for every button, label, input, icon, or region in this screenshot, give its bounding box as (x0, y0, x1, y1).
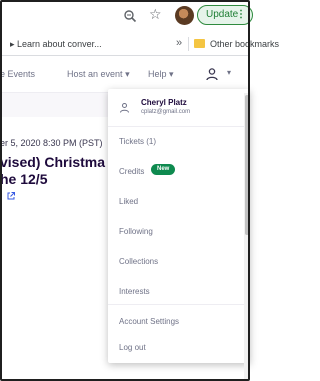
menu-item-label: Credits (119, 167, 145, 176)
external-link-icon[interactable] (6, 191, 16, 201)
profile-header[interactable]: Cheryl Platz cplatz@gmail.com (108, 89, 250, 127)
menu-item-collections[interactable]: Collections (108, 249, 250, 275)
menu-item-label: Account Settings (119, 317, 180, 326)
menu-item-log-out[interactable]: Log out (108, 335, 250, 361)
user-icon (120, 103, 129, 113)
update-label: Update (206, 9, 239, 20)
chevron-down-icon[interactable]: ▾ (227, 68, 231, 77)
help-label: Help (148, 69, 167, 79)
folder-icon (194, 39, 205, 48)
vertical-scrollbar[interactable] (244, 93, 250, 381)
bookmarks-overflow-icon[interactable]: » (176, 37, 182, 49)
menu-item-following[interactable]: Following (108, 219, 250, 245)
profile-name: Cheryl Platz (141, 98, 187, 107)
profile-avatar[interactable] (175, 6, 194, 25)
bookmarks-divider (188, 37, 189, 51)
event-title-line2: he 12/5 (0, 171, 48, 187)
bookmarks-bar: ▸ Learn about conver... » Other bookmark… (0, 32, 279, 56)
event-date: er 5, 2020 8:30 PM (PST) (0, 138, 103, 148)
chevron-down-icon: ▾ (169, 69, 174, 79)
menu-item-tickets[interactable]: Tickets (1) (108, 129, 250, 155)
menu-item-label: Following (119, 227, 153, 236)
account-dropdown-menu: Cheryl Platz cplatz@gmail.com Tickets (1… (108, 89, 250, 363)
menu-item-label: Interests (119, 287, 150, 296)
other-bookmarks[interactable]: Other bookmarks (210, 39, 279, 49)
more-menu-icon[interactable]: ⋮ (236, 6, 246, 23)
menu-item-liked[interactable]: Liked (108, 189, 250, 215)
browser-toolbar: ☆ Update ⋮ (0, 2, 253, 32)
bookmark-learn-about[interactable]: ▸ Learn about conver... (10, 39, 102, 50)
nav-help[interactable]: Help ▾ (148, 69, 174, 80)
bookmark-star-icon[interactable]: ☆ (149, 7, 162, 23)
new-badge: New (151, 164, 176, 175)
menu-item-interests[interactable]: Interests (108, 279, 250, 305)
user-account-icon[interactable] (205, 67, 219, 81)
site-header: e Events Host an event ▾ Help ▾ ▾ (0, 57, 250, 93)
menu-item-label: Collections (119, 257, 159, 266)
event-title-line1: vised) Christma (0, 154, 106, 170)
update-button[interactable]: Update ⋮ (197, 5, 253, 25)
menu-item-label: Log out (119, 343, 146, 352)
chevron-down-icon: ▾ (125, 69, 130, 79)
menu-item-label: Tickets (1) (119, 137, 157, 146)
scrollbar-thumb[interactable] (245, 95, 249, 235)
host-label: Host an event (67, 69, 123, 79)
menu-divider (108, 304, 250, 305)
menu-item-account-settings[interactable]: Account Settings (108, 309, 250, 335)
profile-email: cplatz@gmail.com (141, 109, 191, 115)
menu-item-credits[interactable]: Credits New (108, 159, 250, 185)
event-title: vised) Christma he 12/5 (0, 154, 105, 188)
nav-host-an-event[interactable]: Host an event ▾ (67, 69, 130, 80)
zoom-icon[interactable] (123, 9, 137, 23)
nav-browse-events[interactable]: e Events (0, 69, 35, 79)
menu-item-label: Liked (119, 197, 139, 206)
